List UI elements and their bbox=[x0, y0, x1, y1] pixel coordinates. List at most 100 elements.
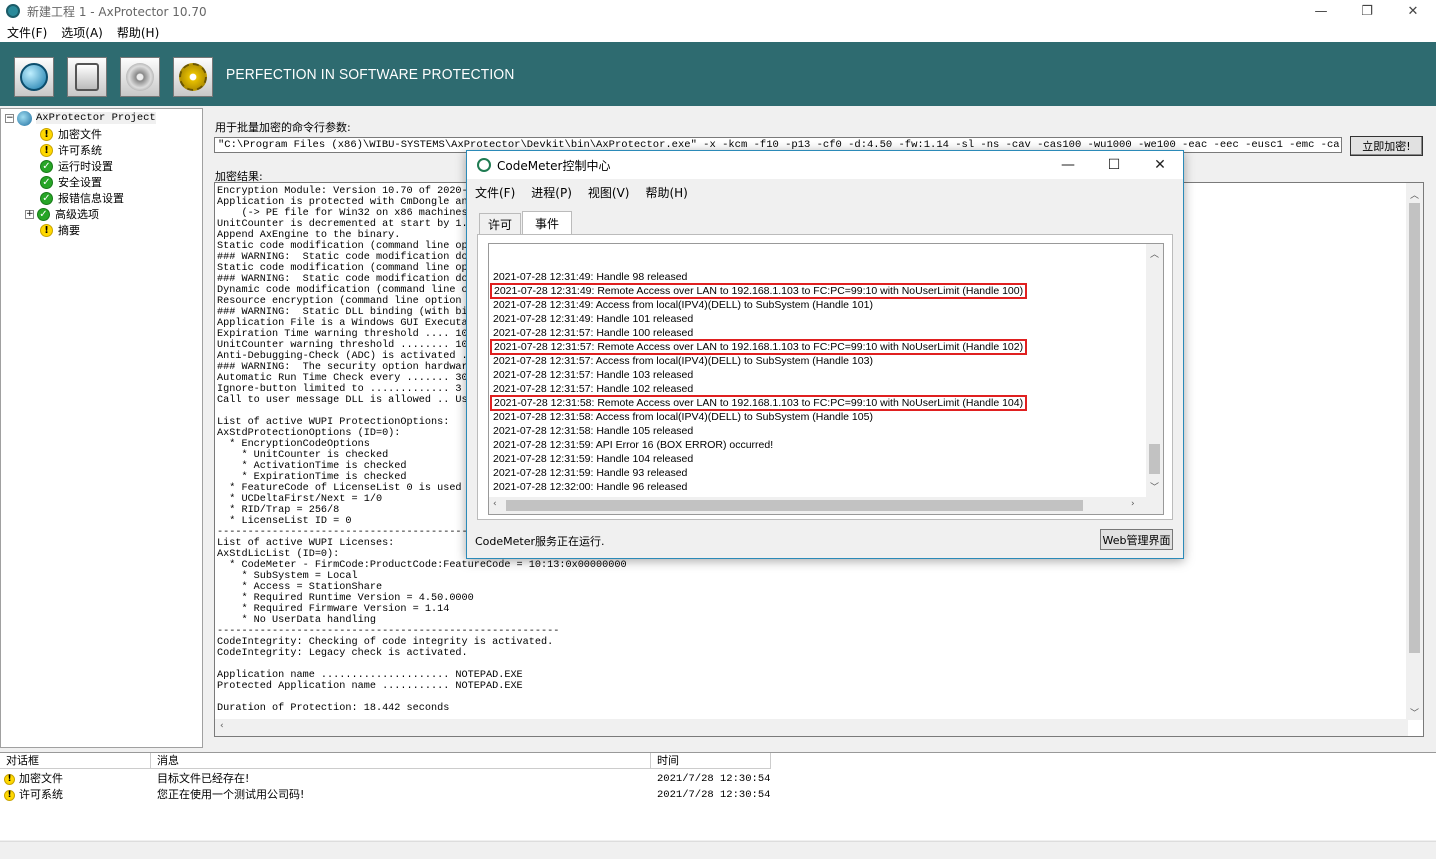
results-line: * Access = StationShare bbox=[217, 582, 383, 593]
document-tool-button[interactable] bbox=[67, 57, 107, 97]
results-line: ----------------------------------------… bbox=[217, 626, 560, 637]
restore-button[interactable]: ❐ bbox=[1344, 0, 1390, 22]
warning-icon: ! bbox=[40, 143, 53, 157]
collapse-icon[interactable]: − bbox=[5, 113, 14, 123]
close-button[interactable]: ✕ bbox=[1390, 0, 1436, 22]
status-bar bbox=[0, 841, 1436, 859]
log-row[interactable]: ! 加密文件 bbox=[4, 771, 63, 787]
results-line: CodeIntegrity: Checking of code integrit… bbox=[217, 637, 554, 648]
events-tab-panel: 2021-07-28 12:31:49: Handle 98 released 2… bbox=[477, 234, 1173, 520]
event-row[interactable]: 2021-07-28 12:31:57: Access from local(I… bbox=[493, 354, 873, 368]
tab-events[interactable]: 事件 bbox=[522, 211, 572, 235]
dialog-maximize-button[interactable]: ☐ bbox=[1091, 151, 1137, 179]
tree-item-security-settings[interactable]: ✓ 安全设置 bbox=[40, 174, 102, 190]
cd-icon bbox=[126, 63, 154, 91]
event-row-highlighted[interactable]: 2021-07-28 12:31:49: Remote Access over … bbox=[490, 283, 1028, 299]
scroll-up-icon[interactable]: ︿ bbox=[1150, 247, 1159, 260]
scroll-up-icon[interactable]: ︿ bbox=[1410, 188, 1419, 201]
app-icon bbox=[6, 4, 20, 18]
dialog-menu-view[interactable]: 视图(V) bbox=[580, 184, 638, 201]
event-row[interactable]: 2021-07-28 12:31:49: Handle 98 released bbox=[493, 270, 687, 284]
event-list[interactable]: 2021-07-28 12:31:49: Handle 98 released 2… bbox=[488, 243, 1164, 515]
event-row-highlighted[interactable]: 2021-07-28 12:31:57: Remote Access over … bbox=[490, 339, 1028, 355]
event-row[interactable]: 2021-07-28 12:31:59: Handle 93 released bbox=[493, 466, 687, 480]
tree-item-encrypt-file[interactable]: ! 加密文件 bbox=[40, 126, 102, 142]
log-header-dialog[interactable]: 对话框 bbox=[0, 753, 151, 769]
results-line: * Required Runtime Version = 4.50.0000 bbox=[217, 593, 474, 604]
scroll-thumb[interactable] bbox=[1149, 444, 1160, 474]
title-bar: 新建工程 1 - AxProtector 10.70 — ❐ ✕ bbox=[0, 0, 1436, 22]
log-message: 您正在使用一个测试用公司码! bbox=[157, 788, 305, 801]
codemeter-icon bbox=[20, 63, 48, 91]
event-row[interactable]: 2021-07-28 12:31:59: API Error 16 (BOX E… bbox=[493, 438, 773, 452]
warning-icon: ! bbox=[40, 223, 53, 237]
codemeter-tool-button[interactable] bbox=[14, 57, 54, 97]
scroll-left-icon[interactable]: ‹ bbox=[493, 499, 497, 509]
event-row[interactable]: 2021-07-28 12:31:49: Handle 101 released bbox=[493, 312, 693, 326]
dialog-menu-process[interactable]: 进程(P) bbox=[523, 184, 580, 201]
cd-tool-button[interactable] bbox=[120, 57, 160, 97]
window-title: 新建工程 1 - AxProtector 10.70 bbox=[27, 4, 207, 19]
scroll-thumb[interactable] bbox=[506, 500, 1083, 511]
project-tree: − AxProtector Project ! 加密文件 ! 许可系统 ✓ 运行… bbox=[0, 108, 203, 748]
log-header-message[interactable]: 消息 bbox=[151, 753, 651, 769]
log-time: 2021/7/28 12:30:54 bbox=[657, 789, 771, 801]
event-row[interactable]: 2021-07-28 12:32:00: Handle 96 released bbox=[493, 480, 687, 494]
menu-options[interactable]: 选项(A) bbox=[54, 24, 110, 41]
warning-icon: ! bbox=[4, 773, 15, 785]
menu-file[interactable]: 文件(F) bbox=[0, 24, 54, 41]
event-vertical-scrollbar[interactable]: ︿ ﹀ bbox=[1146, 244, 1163, 497]
event-row[interactable]: 2021-07-28 12:31:57: Handle 103 released bbox=[493, 368, 693, 382]
warning-icon: ! bbox=[4, 789, 15, 801]
gear-tool-button[interactable] bbox=[173, 57, 213, 97]
menu-help[interactable]: 帮助(H) bbox=[110, 24, 166, 41]
results-vertical-scrollbar[interactable]: ︿ ﹀ bbox=[1406, 183, 1423, 720]
results-line: Duration of Protection: 18.442 seconds bbox=[217, 703, 450, 714]
log-source: 许可系统 bbox=[19, 788, 63, 801]
results-line bbox=[217, 659, 627, 670]
expand-icon[interactable]: + bbox=[25, 209, 34, 219]
results-horizontal-scrollbar[interactable]: ‹ bbox=[215, 719, 1408, 736]
tree-item-advanced-options[interactable]: + ✓ 高级选项 bbox=[25, 206, 99, 222]
event-row[interactable]: 2021-07-28 12:31:49: Access from local(I… bbox=[493, 298, 873, 312]
check-icon: ✓ bbox=[37, 207, 50, 221]
tree-item-runtime-settings[interactable]: ✓ 运行时设置 bbox=[40, 158, 113, 174]
scroll-down-icon[interactable]: ﹀ bbox=[1150, 480, 1159, 493]
tab-license[interactable]: 许可 bbox=[479, 213, 521, 235]
tree-item-label: 安全设置 bbox=[58, 176, 102, 189]
log-row[interactable]: ! 许可系统 bbox=[4, 787, 63, 803]
event-row[interactable]: 2021-07-28 12:31:57: Handle 102 released bbox=[493, 382, 693, 396]
log-header-time[interactable]: 时间 bbox=[651, 753, 771, 769]
results-line: * CodeMeter - FirmCode:ProductCode:Featu… bbox=[217, 560, 627, 571]
dialog-menu-bar: 文件(F) 进程(P) 视图(V) 帮助(H) bbox=[467, 179, 1183, 205]
dialog-minimize-button[interactable]: — bbox=[1045, 151, 1091, 179]
dialog-menu-file[interactable]: 文件(F) bbox=[467, 184, 523, 201]
tree-item-summary[interactable]: ! 摘要 bbox=[40, 222, 80, 238]
event-row[interactable]: 2021-07-28 12:31:59: Handle 104 released bbox=[493, 452, 693, 466]
event-row[interactable]: 2021-07-28 12:31:58: Access from local(I… bbox=[493, 410, 873, 424]
tree-root[interactable]: − AxProtector Project bbox=[5, 110, 156, 126]
tree-item-license-system[interactable]: ! 许可系统 bbox=[40, 142, 102, 158]
cmd-label: 用于批量加密的命令行参数: bbox=[215, 121, 351, 134]
event-row[interactable]: 2021-07-28 12:31:58: Handle 105 released bbox=[493, 424, 693, 438]
tree-item-label: 高级选项 bbox=[55, 208, 99, 221]
log-source: 加密文件 bbox=[19, 772, 63, 785]
dialog-close-button[interactable]: ✕ bbox=[1137, 151, 1183, 179]
scroll-right-icon[interactable]: › bbox=[1131, 499, 1135, 509]
document-icon bbox=[75, 63, 99, 91]
encrypt-now-button[interactable]: 立即加密! bbox=[1350, 136, 1423, 156]
tree-item-error-message-settings[interactable]: ✓ 报错信息设置 bbox=[40, 190, 124, 206]
dialog-title: CodeMeter控制中心 bbox=[497, 158, 611, 173]
scroll-thumb[interactable] bbox=[1409, 203, 1420, 653]
scroll-down-icon[interactable]: ﹀ bbox=[1410, 706, 1419, 719]
scroll-left-icon[interactable]: ‹ bbox=[220, 721, 224, 731]
check-icon: ✓ bbox=[40, 175, 53, 189]
event-row-highlighted[interactable]: 2021-07-28 12:31:58: Remote Access over … bbox=[490, 395, 1028, 411]
web-admin-button[interactable]: Web管理界面 bbox=[1100, 529, 1173, 550]
event-row[interactable]: 2021-07-28 12:31:57: Handle 100 released bbox=[493, 326, 693, 340]
codemeter-dialog: CodeMeter控制中心 — ☐ ✕ 文件(F) 进程(P) 视图(V) 帮助… bbox=[466, 150, 1184, 559]
dialog-menu-help[interactable]: 帮助(H) bbox=[637, 184, 695, 201]
minimize-button[interactable]: — bbox=[1298, 0, 1344, 22]
event-horizontal-scrollbar[interactable]: ‹ › bbox=[489, 497, 1163, 514]
dialog-title-bar: CodeMeter控制中心 — ☐ ✕ bbox=[467, 151, 1183, 179]
